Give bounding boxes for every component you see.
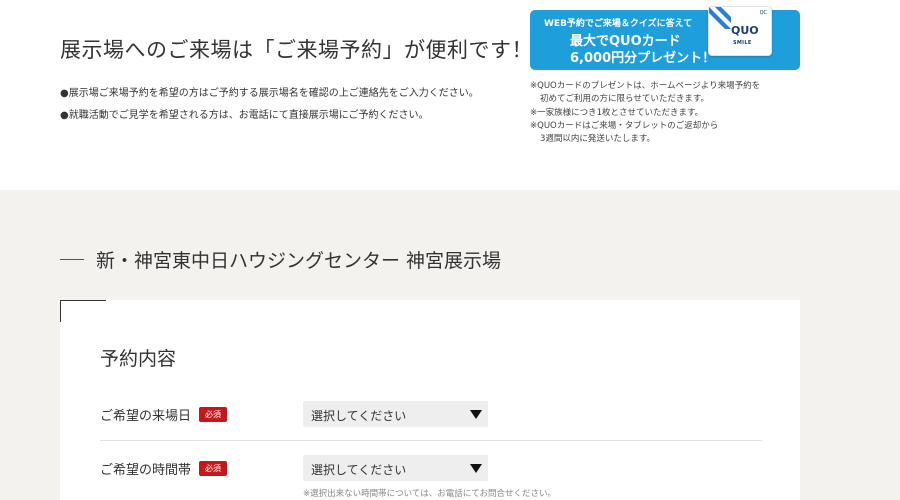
quo-logo: QUO xyxy=(731,24,759,37)
banner-line-3: 6,000円分プレゼント！ xyxy=(570,51,716,66)
reservation-note: ●展示場ご来場予約を希望の方はご予約する展示場名を確認の上ご連絡先をご入力くださ… xyxy=(60,88,479,99)
visit-date-label: ご希望の来場日 必須 xyxy=(100,405,228,424)
disclaimer-line: ※QUOカードはご来場・タブレットのご返却から xyxy=(530,121,719,131)
dropdown-arrow-icon xyxy=(470,410,482,419)
visit-date-select-value: 選択してください xyxy=(311,409,407,423)
disclaimer-line: 3週間以内に発送いたします。 xyxy=(540,134,656,144)
banner-line-1: WEB予約でご来場＆クイズに答えて xyxy=(544,19,693,29)
visit-date-select[interactable]: 選択してください xyxy=(303,401,488,427)
venue-title: 新・神宮東中日ハウジングセンター 神宮展示場 xyxy=(60,246,501,273)
disclaimer-line: ※一家族様につき1枚とさせていただきます。 xyxy=(530,108,704,118)
form-title: 予約内容 xyxy=(100,348,177,370)
row-divider xyxy=(100,440,762,441)
time-slot-select-value: 選択してください xyxy=(311,463,407,477)
time-slot-select[interactable]: 選択してください xyxy=(303,455,488,481)
dropdown-arrow-icon xyxy=(470,464,482,473)
required-badge: 必須 xyxy=(199,407,228,422)
ribbon-icon xyxy=(709,7,731,29)
disclaimer-line: 初めてご利用の方に限らせていただきます。 xyxy=(540,94,709,104)
job-hunting-note: ●就職活動でご見学を希望される方は、お電話にて直接展示場にご予約ください。 xyxy=(60,110,429,121)
page-headline: 展示場へのご来場は「ご来場予約」が便利です！ xyxy=(60,38,533,62)
quo-card-mark: QC xyxy=(759,10,767,16)
intro-section: 展示場へのご来場は「ご来場予約」が便利です！ ●展示場ご来場予約を希望の方はご予… xyxy=(0,0,900,190)
visit-date-label-text: ご希望の来場日 xyxy=(100,409,192,424)
disclaimer-line: ※QUOカードのプレゼントは、ホームページより来場予約を xyxy=(530,81,761,91)
panel-corner-accent xyxy=(60,300,61,322)
time-slot-label: ご希望の時間帯 必須 xyxy=(100,459,228,478)
time-slot-label-text: ご希望の時間帯 xyxy=(100,463,192,478)
quo-card-image: QC QUO SMILE xyxy=(708,6,772,56)
required-badge: 必須 xyxy=(199,461,228,476)
time-slot-note: ※選択出来ない時間帯については、お電話にてお問合せください。 xyxy=(303,489,556,499)
venue-title-text: 新・神宮東中日ハウジングセンター 神宮展示場 xyxy=(96,250,502,272)
title-dash xyxy=(60,259,84,260)
panel-corner-accent xyxy=(60,300,106,301)
quo-smile-label: SMILE xyxy=(733,40,752,46)
